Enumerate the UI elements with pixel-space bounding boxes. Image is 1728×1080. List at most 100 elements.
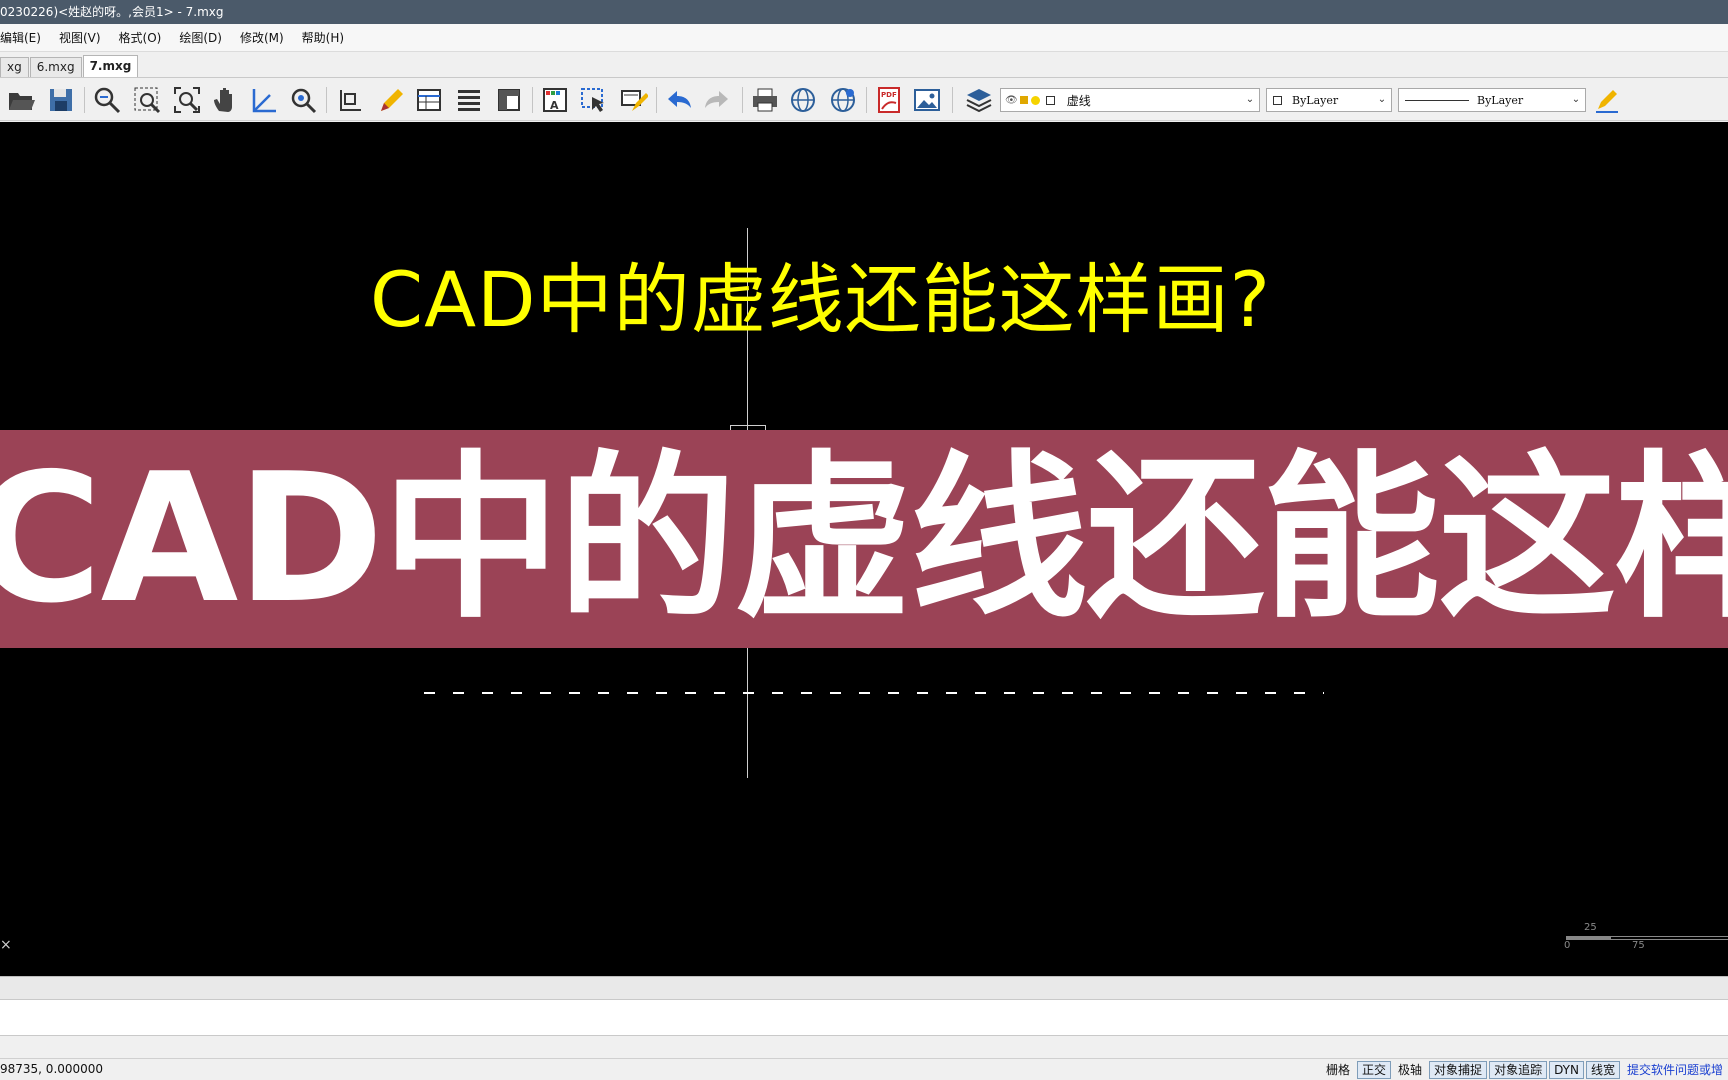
table-icon — [417, 89, 441, 111]
save-button[interactable] — [44, 84, 78, 116]
list-button[interactable] — [452, 84, 486, 116]
globe-icon — [791, 88, 815, 112]
ucs-button[interactable] — [246, 84, 280, 116]
tab-document-prev[interactable]: xg — [0, 57, 29, 77]
scale-label-top: 25 — [1584, 922, 1597, 933]
overlay-banner: CAD中的虚线还能这样画? — [0, 430, 1728, 648]
osnap-toggle[interactable]: 对象捕捉 — [1429, 1061, 1488, 1079]
zoom-window-icon — [134, 87, 161, 114]
svg-text:PDF: PDF — [881, 91, 897, 99]
linetype-preview — [1405, 99, 1469, 101]
feedback-link[interactable]: 提交软件问题或增 — [1622, 1061, 1728, 1079]
zoom-extents-icon — [174, 87, 200, 113]
ucs-axis-icon — [252, 89, 276, 113]
layer-name: 虚线 — [1066, 93, 1091, 108]
window-title: 0230226)<姓赵的呀。,会员1> - 7.mxg — [0, 5, 224, 19]
select-button[interactable] — [576, 84, 610, 116]
menu-help[interactable]: 帮助(H) — [293, 24, 353, 52]
pdf-icon: PDF — [878, 87, 900, 113]
status-bar: 98735, 0.000000 栅格 正交 极轴 对象捕捉 对象追踪 DYN 线… — [0, 1058, 1728, 1080]
undo-button[interactable] — [662, 84, 696, 116]
linetype-combo[interactable]: ByLayer ⌄ — [1398, 88, 1586, 112]
menu-view[interactable]: 视图(V) — [50, 24, 110, 52]
color-combo[interactable]: ByLayer ⌄ — [1266, 88, 1392, 112]
chevron-down-icon: ⌄ — [1377, 94, 1387, 105]
svg-text:A: A — [550, 99, 559, 112]
zoom-previous-button[interactable] — [286, 84, 320, 116]
menu-format[interactable]: 格式(O) — [110, 24, 171, 52]
match-properties-button[interactable] — [616, 84, 650, 116]
coordinate-readout: 98735, 0.000000 — [0, 1062, 104, 1076]
menu-modify[interactable]: 修改(M) — [231, 24, 293, 52]
pencil-icon — [381, 89, 403, 111]
polar-toggle[interactable]: 极轴 — [1393, 1061, 1427, 1079]
pan-button[interactable] — [208, 84, 242, 116]
menu-edit[interactable]: 编辑(E) — [0, 24, 50, 52]
select-cursor-icon — [581, 88, 604, 112]
print-button[interactable] — [748, 84, 782, 116]
zoom-realtime-button[interactable] — [90, 84, 124, 116]
web-button[interactable] — [786, 84, 820, 116]
color-value: ByLayer — [1292, 93, 1339, 107]
linetype-value: ByLayer — [1477, 93, 1524, 107]
otrack-toggle[interactable]: 对象追踪 — [1489, 1061, 1548, 1079]
scale-bar-segment — [1566, 936, 1611, 940]
pencil-button[interactable] — [374, 84, 408, 116]
block-button[interactable] — [492, 84, 526, 116]
image-icon — [914, 89, 940, 111]
redo-button[interactable] — [700, 84, 734, 116]
zoom-extents-button[interactable] — [170, 84, 204, 116]
lineweight-button[interactable] — [1590, 84, 1624, 116]
text-style-icon: A — [543, 88, 567, 112]
lineweight-toggle[interactable]: 线宽 — [1585, 1061, 1620, 1079]
document-tabs: xg 6.mxg 7.mxg — [0, 54, 1728, 78]
block-icon — [498, 89, 520, 111]
redo-icon — [705, 91, 728, 108]
text-style-button[interactable]: A — [538, 84, 572, 116]
command-history — [0, 976, 1728, 1000]
title-bar: 0230226)<姓赵的呀。,会员1> - 7.mxg — [0, 0, 1728, 24]
match-properties-icon — [621, 90, 648, 111]
cad-text-title: CAD中的虚线还能这样画? — [370, 255, 1271, 344]
scale-label-right: 75 — [1632, 940, 1645, 951]
dyn-toggle[interactable]: DYN — [1549, 1061, 1584, 1079]
layer-manager-button[interactable] — [962, 84, 996, 116]
tab-document-6[interactable]: 6.mxg — [29, 57, 82, 77]
color-swatch — [1273, 95, 1282, 105]
export-pdf-button[interactable]: PDF — [872, 84, 906, 116]
scale-label-left: 0 — [1564, 940, 1571, 951]
web-publish-button[interactable] — [826, 84, 860, 116]
standard-toolbar: A PDF 👁 虚线 ⌄ ByLayer ⌄ ByLayer ⌄ — [0, 79, 1728, 121]
zoom-previous-icon — [291, 88, 317, 114]
banner-text: CAD中的虚线还能这样画? — [0, 435, 1728, 642]
table-button[interactable] — [412, 84, 446, 116]
menu-draw[interactable]: 绘图(D) — [170, 24, 231, 52]
layer-combo[interactable]: 👁 虚线 ⌄ — [1000, 88, 1260, 112]
layer-color-swatch — [1045, 95, 1055, 105]
layer-lock-icon — [1019, 96, 1028, 104]
measure-button[interactable] — [334, 84, 368, 116]
hand-pan-icon — [214, 88, 232, 112]
chevron-down-icon: ⌄ — [1245, 94, 1255, 105]
ortho-toggle[interactable]: 正交 — [1357, 1061, 1392, 1079]
dashed-line — [424, 692, 1324, 694]
globe-share-icon — [831, 88, 855, 112]
status-toggles: 栅格 正交 极轴 对象捕捉 对象追踪 DYN 线宽 提交软件问题或增 — [1319, 1061, 1728, 1079]
printer-icon — [753, 88, 777, 112]
menu-bar: 编辑(E) 视图(V) 格式(O) 绘图(D) 修改(M) 帮助(H) — [0, 24, 1728, 52]
export-image-button[interactable] — [910, 84, 944, 116]
open-file-button[interactable] — [4, 84, 38, 116]
ucs-marker: × — [0, 937, 12, 953]
layer-visibility-icon: 👁 — [1005, 94, 1018, 106]
save-icon — [50, 89, 72, 111]
grid-toggle[interactable]: 栅格 — [1321, 1061, 1355, 1079]
scale-bar: 25 0 75 — [1562, 922, 1728, 952]
command-line-input[interactable] — [0, 1000, 1728, 1036]
drawing-canvas[interactable]: CAD中的虚线还能这样画? CAD中的虚线还能这样画? × 25 0 75 — [0, 122, 1728, 976]
zoom-realtime-icon — [94, 87, 121, 114]
folder-open-icon — [9, 93, 35, 110]
zoom-window-button[interactable] — [130, 84, 164, 116]
layer-sun-icon — [1030, 95, 1040, 105]
list-icon — [458, 90, 480, 111]
tab-document-7[interactable]: 7.mxg — [82, 55, 139, 77]
